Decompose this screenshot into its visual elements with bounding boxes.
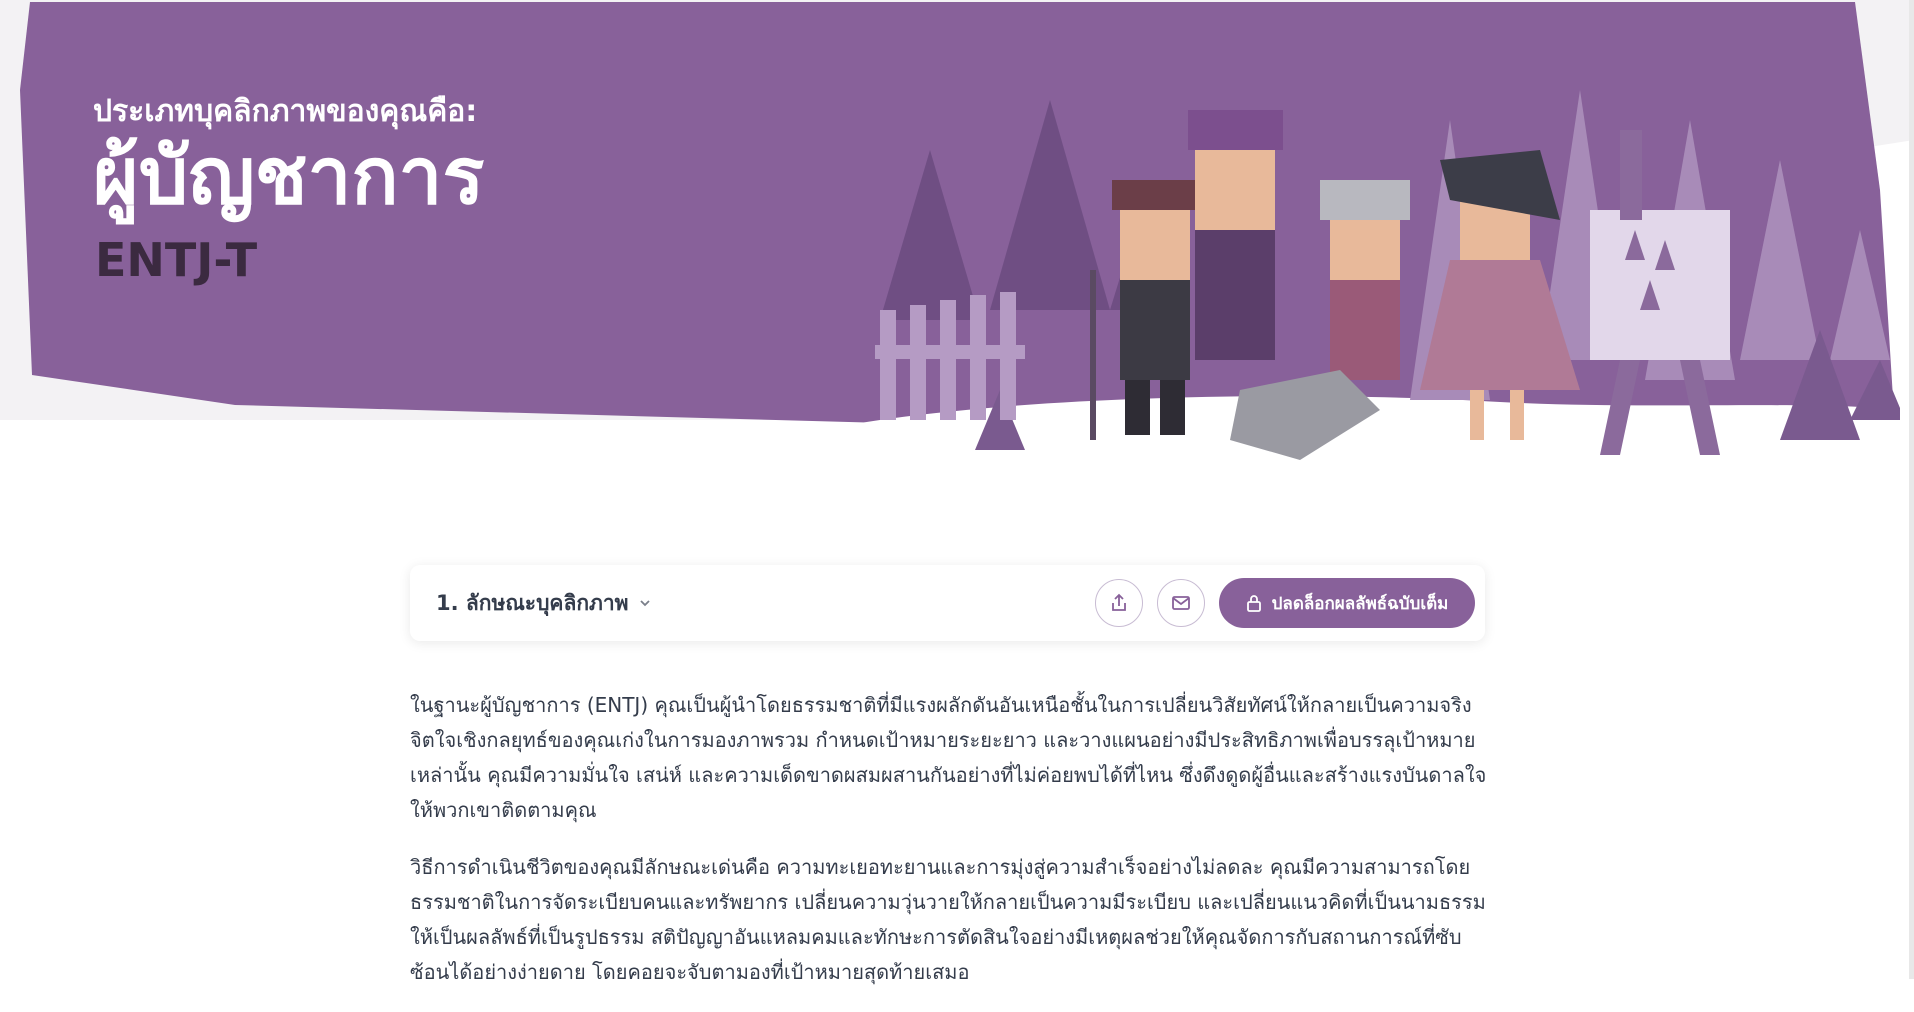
- paragraph: วิธีการดำเนินชีวิตของคุณมีลักษณะเด่นคือ …: [410, 855, 1486, 984]
- hero-title: ผู้บัญชาการ: [93, 132, 485, 222]
- hero-text-block: ประเภทบุคลิกภาพของคุณคือ: ผู้บัญชาการ EN…: [93, 88, 484, 287]
- group-of-characters-illustration: [875, 90, 1900, 460]
- email-button[interactable]: [1157, 579, 1205, 627]
- share-icon: [1112, 593, 1126, 611]
- scrollbar[interactable]: [1909, 0, 1914, 979]
- chevron-down-icon: [639, 600, 650, 607]
- section-navigation-bar: 1. ลักษณะบุคลิกภาพ ปลดล็อกผลลัพธ์ฉบับเต็…: [410, 565, 1485, 641]
- section-dropdown-label: 1. ลักษณะบุคลิกภาพ: [436, 590, 629, 615]
- unlock-button-label: ปลดล็อกผลลัพธ์ฉบับเต็ม: [1271, 593, 1449, 614]
- lock-icon: [1246, 595, 1261, 612]
- paragraph: ในฐานะผู้บัญชาการ (ENTJ) คุณเป็นผู้นำโดย…: [410, 693, 1487, 822]
- section-dropdown[interactable]: 1. ลักษณะบุคลิกภาพ: [436, 587, 651, 620]
- share-button[interactable]: [1095, 579, 1143, 627]
- personality-code: ENTJ-T: [95, 232, 258, 287]
- envelope-icon: [1172, 596, 1190, 610]
- description-content: ในฐานะผู้บัญชาการ (ENTJ) คุณเป็นผู้นำโดย…: [410, 688, 1490, 1012]
- hero-subtitle: ประเภทบุคลิกภาพของคุณคือ:: [93, 94, 478, 129]
- unlock-full-results-button[interactable]: ปลดล็อกผลลัพธ์ฉบับเต็ม: [1219, 578, 1475, 628]
- bar-actions: ปลดล็อกผลลัพธ์ฉบับเต็ม: [1095, 578, 1475, 628]
